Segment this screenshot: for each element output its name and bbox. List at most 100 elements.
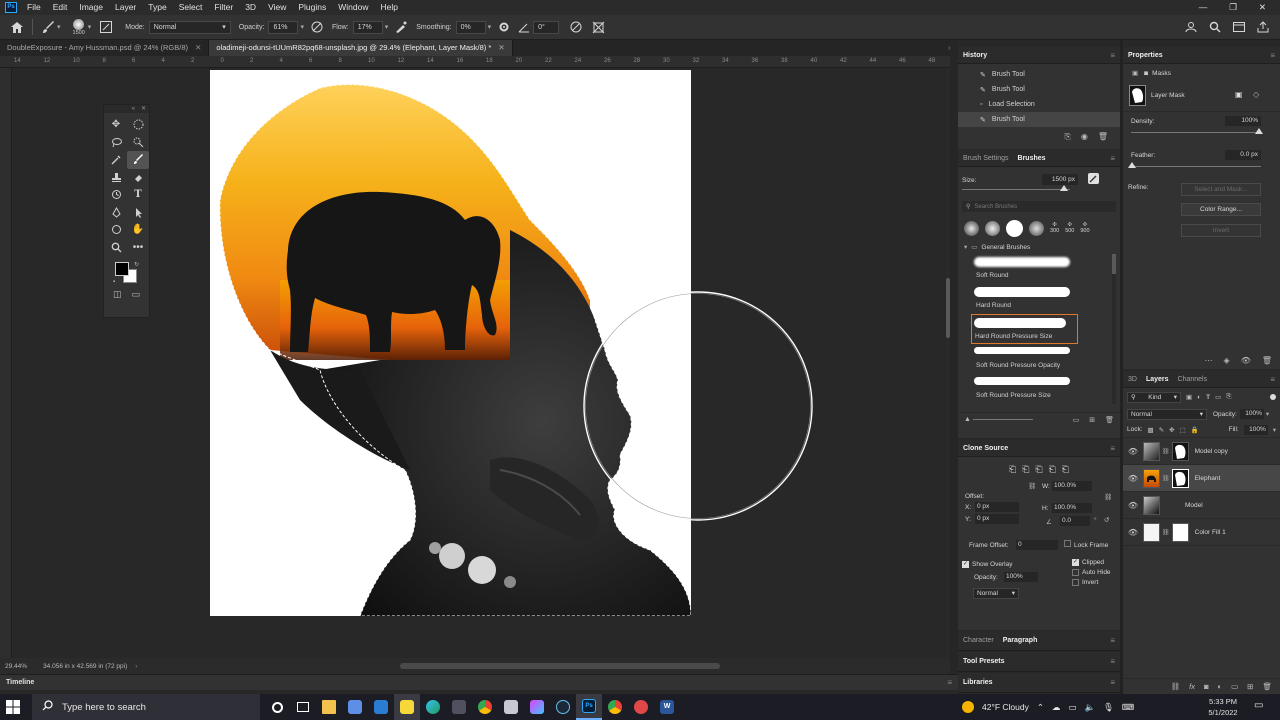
filter-smart-object-icon[interactable]: ⎘ bbox=[1226, 393, 1231, 401]
layer-row-model-copy[interactable]: 👁 ⛓ Model copy bbox=[1123, 438, 1280, 465]
canvas-area[interactable] bbox=[12, 68, 950, 658]
quick-mask-icon[interactable]: ◫ bbox=[113, 289, 122, 300]
load-selection-icon[interactable]: ⋯ bbox=[1205, 356, 1213, 365]
slider-handle-icon[interactable] bbox=[1060, 185, 1068, 191]
onedrive-icon[interactable]: ☁ bbox=[1052, 702, 1061, 713]
clone-source-slot-icon[interactable]: ⎗ bbox=[1022, 464, 1029, 475]
overlay-blend-select[interactable]: Normal ▾ bbox=[973, 588, 1019, 599]
photoshop-taskbar-icon[interactable]: Ps bbox=[576, 694, 602, 720]
history-brush-tool-icon[interactable] bbox=[105, 186, 127, 204]
brush-settings-icon[interactable] bbox=[1088, 173, 1099, 184]
history-item[interactable]: ▫ Load Selection bbox=[958, 97, 1120, 112]
microsoft-store-icon[interactable] bbox=[342, 694, 368, 720]
panel-menu-icon[interactable]: ≡ bbox=[1110, 678, 1115, 687]
hard-round-preset-icon[interactable] bbox=[1006, 219, 1023, 237]
trash-icon[interactable]: 🗑 bbox=[1105, 416, 1114, 424]
tab-paragraph[interactable]: Paragraph bbox=[1003, 637, 1038, 644]
slider-handle-icon[interactable] bbox=[1128, 162, 1136, 168]
menu-edit[interactable]: Edit bbox=[47, 0, 74, 15]
chevron-down-icon[interactable]: ▾ bbox=[488, 23, 492, 31]
layer-thumbnail[interactable] bbox=[1143, 495, 1160, 515]
history-item[interactable]: ✎ Brush Tool bbox=[958, 82, 1120, 97]
volume-icon[interactable]: 🔈 bbox=[1085, 702, 1096, 713]
soft-round-preset-icon[interactable] bbox=[964, 220, 979, 236]
preview-size-slider[interactable] bbox=[972, 419, 1033, 420]
brush-item[interactable]: Soft Round bbox=[958, 254, 1120, 284]
brush-item[interactable]: Hard Round bbox=[958, 284, 1120, 314]
mask-thumbnail[interactable] bbox=[1171, 522, 1189, 542]
menu-image[interactable]: Image bbox=[73, 0, 109, 15]
filter-type-icon[interactable]: T bbox=[1206, 394, 1210, 401]
link-scale-icon[interactable]: ⛓ bbox=[1104, 493, 1112, 501]
add-mask-icon[interactable]: ◙ bbox=[1204, 682, 1209, 691]
menu-view[interactable]: View bbox=[262, 0, 292, 15]
sticky-notes-icon[interactable] bbox=[394, 694, 420, 720]
timeline-title[interactable]: Timeline bbox=[6, 679, 34, 686]
network-icon[interactable]: ▭ bbox=[1069, 702, 1077, 713]
link-icon[interactable]: ⛓ bbox=[1028, 482, 1036, 490]
brush-angle-input[interactable]: 0° bbox=[533, 20, 560, 34]
hand-tool-icon[interactable]: ✋ bbox=[127, 221, 149, 239]
smoothing-input[interactable]: 0% bbox=[455, 20, 486, 34]
layer-row-model[interactable]: 👁 Model bbox=[1123, 492, 1280, 519]
layer-kind-filter[interactable]: ⚲ Kind ▾ bbox=[1127, 391, 1181, 403]
task-view-icon[interactable] bbox=[290, 694, 316, 720]
chevron-down-icon[interactable]: ▾ bbox=[1273, 426, 1276, 434]
menu-3d[interactable]: 3D bbox=[239, 0, 262, 15]
opacity-input[interactable]: 61% bbox=[268, 20, 299, 34]
cortana-icon[interactable] bbox=[264, 694, 290, 720]
invert-checkbox[interactable] bbox=[1072, 579, 1079, 586]
chevron-down-icon[interactable]: ▾ bbox=[57, 23, 61, 31]
pressure-opacity-icon[interactable] bbox=[310, 20, 324, 34]
tab-brushes[interactable]: Brushes bbox=[1018, 155, 1046, 162]
workspace-icon[interactable] bbox=[1232, 20, 1246, 34]
soft-round-preset-icon[interactable] bbox=[985, 220, 1000, 236]
type-tool-icon[interactable]: T bbox=[127, 186, 149, 204]
app-icon[interactable] bbox=[498, 694, 524, 720]
menu-file[interactable]: File bbox=[21, 0, 47, 15]
layer-style-icon[interactable]: fx bbox=[1189, 682, 1195, 691]
symmetry-icon[interactable] bbox=[591, 20, 605, 34]
trash-icon[interactable]: 🗑 bbox=[1262, 682, 1272, 691]
brush-size-input[interactable]: 1500 px bbox=[1042, 174, 1078, 185]
panel-menu-icon[interactable]: ≡ bbox=[1110, 154, 1115, 163]
select-and-mask-button[interactable]: Select and Mask... bbox=[1181, 183, 1261, 196]
file-explorer-icon[interactable] bbox=[316, 694, 342, 720]
tab-clone-source[interactable]: Clone Source bbox=[963, 445, 1008, 452]
quick-selection-tool-icon[interactable] bbox=[127, 134, 149, 152]
gear-icon[interactable] bbox=[497, 20, 511, 34]
link-icon[interactable]: ⛓ bbox=[1162, 448, 1170, 455]
panel-menu-icon[interactable]: ≡ bbox=[1270, 375, 1275, 384]
tab-libraries[interactable]: Libraries bbox=[963, 679, 993, 686]
layer-name[interactable]: Elephant bbox=[1195, 475, 1221, 482]
menu-layer[interactable]: Layer bbox=[109, 0, 142, 15]
app-icon[interactable] bbox=[524, 694, 550, 720]
ellipse-tool-icon[interactable] bbox=[105, 221, 127, 239]
layer-blend-select[interactable]: Normal ▾ bbox=[1127, 408, 1207, 420]
menu-plugins[interactable]: Plugins bbox=[292, 0, 332, 15]
layer-thumbnail[interactable] bbox=[1143, 441, 1160, 461]
filter-toggle-icon[interactable] bbox=[1270, 394, 1276, 400]
history-item[interactable]: ✎ Brush Tool bbox=[958, 112, 1120, 127]
height-input[interactable]: 100.0% bbox=[1052, 503, 1092, 513]
close-icon[interactable]: ✕ bbox=[1253, 0, 1272, 15]
auto-hide-checkbox[interactable] bbox=[1072, 569, 1079, 576]
preset-900[interactable]: ✣ 900 bbox=[1080, 222, 1089, 234]
brush-tool-icon[interactable] bbox=[41, 20, 55, 34]
tab-doubleexposure[interactable]: DoubleExposure - Amy Hussman.psd @ 24% (… bbox=[0, 40, 210, 56]
pixel-mask-select-icon[interactable]: ▣ bbox=[1235, 90, 1243, 99]
slider-handle-icon[interactable] bbox=[1255, 128, 1263, 134]
panel-menu-icon[interactable]: ≡ bbox=[1110, 444, 1115, 453]
marquee-tool-icon[interactable] bbox=[127, 116, 149, 134]
close-icon[interactable]: ✕ bbox=[195, 43, 201, 52]
frame-offset-input[interactable]: 0 bbox=[1016, 540, 1058, 550]
collapse-icon[interactable]: « bbox=[132, 105, 135, 113]
visibility-icon[interactable]: 👁 bbox=[1123, 447, 1143, 456]
app-icon[interactable] bbox=[628, 694, 654, 720]
edge-icon[interactable] bbox=[420, 694, 446, 720]
chevron-down-icon[interactable]: ▾ bbox=[1266, 410, 1269, 418]
screen-mode-icon[interactable]: ▭ bbox=[131, 289, 140, 300]
chevron-right-icon[interactable]: › bbox=[135, 663, 137, 670]
history-item[interactable]: ✎ Brush Tool bbox=[958, 67, 1120, 82]
filter-shape-icon[interactable]: ▭ bbox=[1215, 393, 1221, 401]
